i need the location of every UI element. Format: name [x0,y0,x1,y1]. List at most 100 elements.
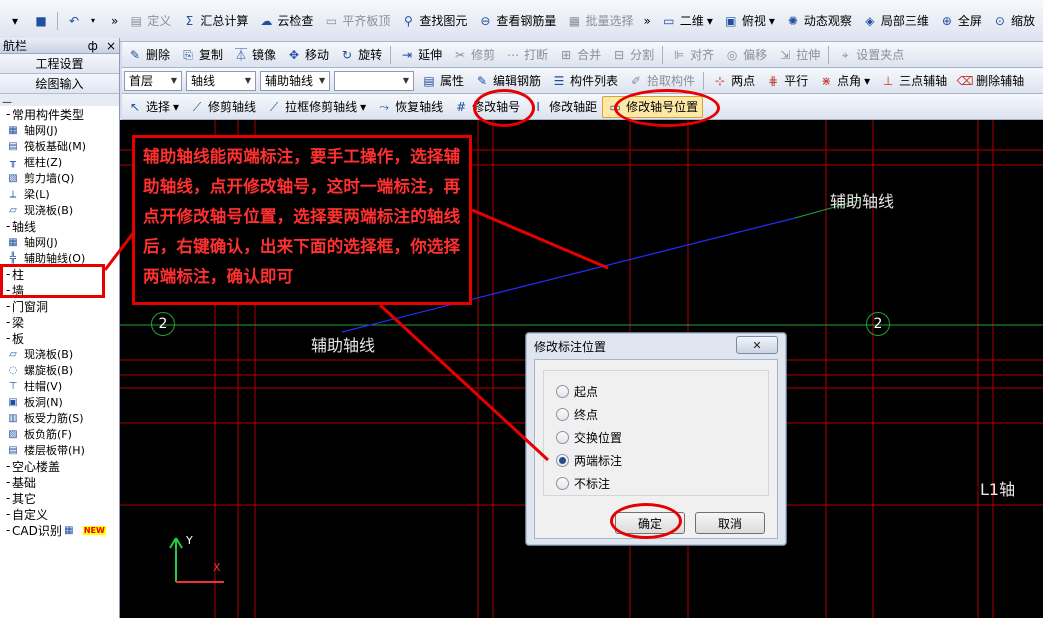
component-button-8[interactable]: ⌫ 删除辅轴 [952,70,1029,92]
nav-drawing-input[interactable]: 绘图输入 [0,74,119,94]
component-button-1[interactable]: ✎ 编辑钢筋 [469,70,546,92]
undo-button[interactable]: ↶ ▾ [61,10,106,32]
tree-item[interactable]: -墙 [0,282,119,298]
toolbar1-button-4[interactable]: ⚲ 查找图元 [395,10,472,32]
type-select[interactable]: 辅助轴线 ▼ [260,70,330,91]
component-button-6[interactable]: ⋇ 点角 ▾ [813,70,875,92]
ok-button[interactable]: 确定 [615,512,685,534]
edit-button-6[interactable]: ✂ 修剪 [447,44,500,66]
toolbar1-button-5[interactable]: ⊖ 查看钢筋量 [472,10,561,32]
tree-item[interactable]: ▱ 现浇板(B) [0,202,119,218]
tree-item[interactable]: ▱ 现浇板(B) [0,346,119,362]
axis-bubble-left[interactable]: 2 [151,312,175,336]
axis-button-5[interactable]: I 修改轴距 [525,96,602,118]
toolbar1-button-8[interactable]: ▣ 俯视 ▾ [718,10,780,32]
toolbar1-button-12[interactable]: ⊙ 缩放 [987,10,1040,32]
dialog-close-button[interactable]: ✕ [736,336,778,354]
floor-select[interactable]: 首层 ▼ [124,70,182,91]
tree-item[interactable]: - 基础 [0,474,119,490]
tree-item[interactable]: ▨ 板负筋(F) [0,426,119,442]
axis-bubble-right[interactable]: 2 [866,312,890,336]
toolbar1-button-3[interactable]: ▭ 平齐板顶 [318,10,395,32]
toolbar1-button-0[interactable]: ▤ 定义 [123,10,176,32]
radio-option[interactable]: 终点 [556,406,598,423]
tree-item[interactable]: -板 [0,330,119,346]
tree-item[interactable]: ▣ 板洞(N) [0,394,119,410]
radio-button[interactable] [556,408,569,421]
edit-button-5[interactable]: ⇥ 延伸 [394,44,447,66]
edit-button-7[interactable]: ⋯ 打断 [500,44,553,66]
radio-button[interactable] [556,477,569,490]
tree-item[interactable]: ▤ 筏板基础(M) [0,138,119,154]
tree-item[interactable]: - 常用构件类型 [0,106,119,122]
radio-button[interactable] [556,431,569,444]
tree-item[interactable]: ▤ 楼层板带(H) [0,442,119,458]
toolbar1-button-7[interactable]: ▭ 二维 ▾ [656,10,718,32]
component-button-4[interactable]: ⊹ 两点 [707,70,760,92]
edit-button-9[interactable]: ⊟ 分割 [606,44,659,66]
tree-item[interactable]: - 门窗洞 [0,298,119,314]
radio-option[interactable]: 起点 [556,383,598,400]
tree-item[interactable]: ╥ 框柱(Z) [0,154,119,170]
radio-option[interactable]: 交换位置 [556,429,622,446]
element-select[interactable]: ▼ [334,70,414,91]
tree-item[interactable]: -柱 [0,266,119,282]
edit-button-11[interactable]: ◎ 偏移 [719,44,772,66]
close-icon[interactable]: × [106,39,116,53]
tree-item[interactable]: - 其它 [0,490,119,506]
edit-button-1[interactable]: ⎘ 复制 [175,44,228,66]
tree-item[interactable]: ▧ 剪力墙(Q) [0,170,119,186]
tree-item[interactable]: ▦ 轴网(J) [0,234,119,250]
tree-item[interactable]: ▥ 板受力筋(S) [0,410,119,426]
radio-button[interactable] [556,454,569,467]
nav-project-settings[interactable]: 工程设置 [0,54,119,74]
component-button-3[interactable]: ✐ 拾取构件 [623,70,700,92]
toolbar1-button-2[interactable]: ☁ 云检查 [253,10,318,32]
tree-item[interactable]: ⊤ 柱帽(V) [0,378,119,394]
component-button-7[interactable]: ⊥ 三点辅轴 [875,70,952,92]
tree-item[interactable]: ◌ 螺旋板(B) [0,362,119,378]
toolbar1-button-1[interactable]: Σ 汇总计算 [176,10,253,32]
axis-button-4[interactable]: # 修改轴号 [448,96,525,118]
edit-button-12[interactable]: ⇲ 拉伸 [772,44,825,66]
axis-button-6[interactable]: ▭ 修改轴号位置 [602,95,704,118]
tree-item[interactable]: ⟂ 梁(L) [0,186,119,202]
axis-button-2[interactable]: ⟋ 拉框修剪轴线 ▾ [261,96,371,118]
edit-button-0[interactable]: ✎ 删除 [122,44,175,66]
tree-item-label: 板受力筋(S) [24,412,84,425]
radio-option[interactable]: 不标注 [556,475,610,492]
chevron-down-icon: ▼ [170,76,177,85]
edit-button-8[interactable]: ⊞ 合并 [553,44,606,66]
more-button[interactable]: » [106,10,123,32]
tree-item[interactable]: - 空心楼盖 [0,458,119,474]
component-button-5[interactable]: ⋕ 平行 [760,70,813,92]
more-button[interactable]: » [638,10,655,32]
radio-option[interactable]: 两端标注 [556,452,622,469]
cancel-button[interactable]: 取消 [695,512,765,534]
tree-item[interactable]: ╬ 辅助轴线(O) [0,250,119,266]
axis-button-3[interactable]: ⤳ 恢复轴线 [371,96,448,118]
toolbar1-button-10[interactable]: ◈ 局部三维 [857,10,934,32]
tree-item[interactable]: - CAD识别 ▦ NEW [0,522,119,538]
menu-dropdown[interactable]: ▾ [2,10,28,32]
edit-button-13[interactable]: ⌖ 设置夹点 [832,44,909,66]
pin-icon[interactable]: ф [88,39,98,53]
edit-button-2[interactable]: ⏄ 镜像 [228,44,281,66]
component-button-2[interactable]: ☰ 构件列表 [546,70,623,92]
tree-item[interactable]: -梁 [0,314,119,330]
toolbar1-button-6[interactable]: ▦ 批量选择 [561,10,638,32]
component-button-0[interactable]: ▤ 属性 [416,70,469,92]
tree-item[interactable]: ▦ 轴网(J) [0,122,119,138]
axis-button-1[interactable]: ⟋ 修剪轴线 [184,96,261,118]
save-button[interactable]: ■ [28,10,54,32]
edit-button-3[interactable]: ✥ 移动 [281,44,334,66]
toolbar1-button-11[interactable]: ⊕ 全屏 [934,10,987,32]
toolbar1-button-9[interactable]: ✺ 动态观察 [780,10,857,32]
tree-item[interactable]: - 自定义 [0,506,119,522]
edit-button-10[interactable]: ⊫ 对齐 [666,44,719,66]
radio-button[interactable] [556,385,569,398]
category-select[interactable]: 轴线 ▼ [186,70,256,91]
axis-button-0[interactable]: ↖ 选择 ▾ [122,96,184,118]
edit-button-4[interactable]: ↻ 旋转 [334,44,387,66]
tree-item[interactable]: - 轴线 [0,218,119,234]
